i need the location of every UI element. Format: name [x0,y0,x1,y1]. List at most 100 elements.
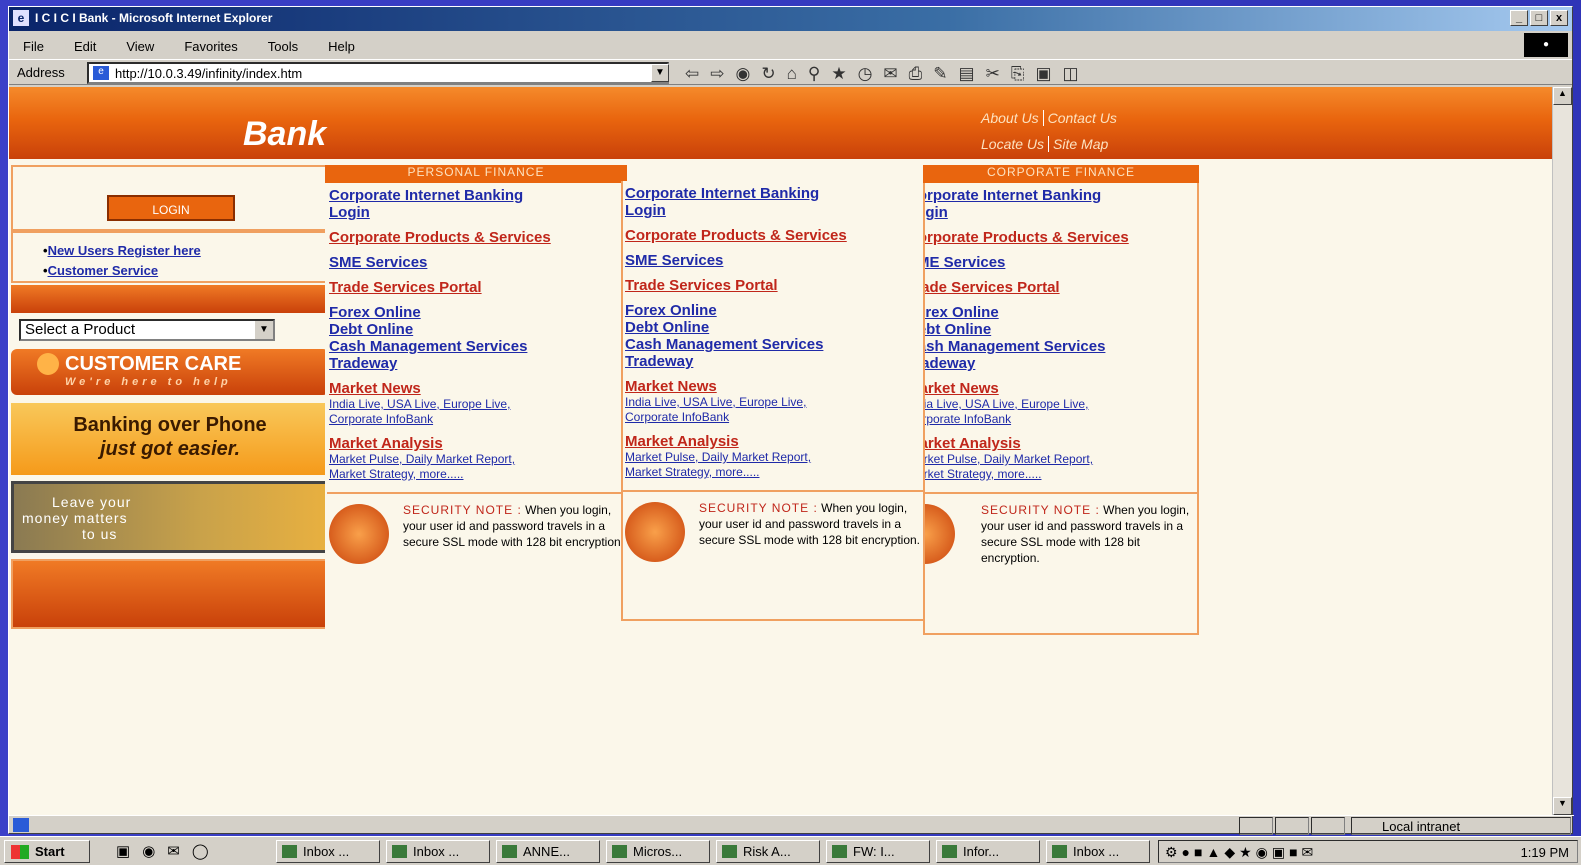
market-news-sub1[interactable]: India Live, USA Live, Europe Live, [329,397,625,412]
cash-management-link[interactable]: Cash Management Services [625,336,925,353]
menu-tools[interactable]: Tools [268,39,298,57]
locate-us-link[interactable]: Locate Us [977,136,1048,152]
product-select[interactable]: Select a Product ▼ [19,319,275,341]
login-button[interactable]: LOGIN [107,195,235,221]
edit-icon[interactable]: ✎ [933,64,947,84]
market-analysis-sub1[interactable]: Market Pulse, Daily Market Report, [625,450,925,465]
market-analysis-sub2[interactable]: Market Strategy, more..... [625,465,925,480]
stop-icon[interactable]: ◉ [736,64,751,84]
task-anne[interactable]: ANNE... [496,840,600,863]
vertical-scrollbar[interactable]: ▲ ▼ [1552,87,1572,815]
task-inbox-2[interactable]: Inbox ... [386,840,490,863]
trade-services-link[interactable]: Trade Services Portal [329,279,625,296]
minimize-button[interactable]: _ [1510,10,1528,26]
corporate-products-link[interactable]: Corporate Products & Services [329,229,625,246]
market-news-sub1[interactable]: India Live, USA Live, Europe Live, [625,395,925,410]
menu-edit[interactable]: Edit [74,39,96,57]
task-risk[interactable]: Risk A... [716,840,820,863]
trade-services-link[interactable]: Trade Services Portal [925,279,1197,296]
cut-icon[interactable]: ✂ [986,64,1000,84]
login-link[interactable]: Login [925,204,1197,221]
debt-online-link[interactable]: Debt Online [925,321,1197,338]
close-button[interactable]: x [1550,10,1568,26]
tradeway-link[interactable]: Tradeway [625,353,925,370]
favorites-icon[interactable]: ★ [831,64,846,84]
market-analysis-link[interactable]: Market Analysis [925,435,1197,452]
market-news-link[interactable]: Market News [925,380,1197,397]
preview-icon[interactable]: ◫ [1063,64,1079,84]
copy-icon[interactable]: ⎘ [1011,64,1025,84]
menu-favorites[interactable]: Favorites [184,39,237,57]
forex-online-link[interactable]: Forex Online [625,302,925,319]
search-icon[interactable]: ⚲ [808,64,820,84]
register-link[interactable]: New Users Register here [48,243,201,258]
customer-care-banner[interactable]: CUSTOMER CARE We're here to help [11,349,329,395]
ie-quicklaunch-icon[interactable]: ◉ [142,842,155,860]
market-analysis-sub1[interactable]: Market Pulse, Daily Market Report, [329,452,625,467]
market-analysis-sub1[interactable]: Market Pulse, Daily Market Report, [925,452,1197,467]
menu-file[interactable]: File [23,39,44,57]
site-map-link[interactable]: Site Map [1048,136,1113,152]
start-button[interactable]: Start [4,840,90,863]
desktop-icon[interactable]: ▣ [116,842,130,860]
cash-management-link[interactable]: Cash Management Services [329,338,625,355]
print-icon[interactable]: ⎙ [909,64,923,84]
menu-help[interactable]: Help [328,39,355,57]
scroll-up-icon[interactable]: ▲ [1553,87,1572,105]
market-analysis-link[interactable]: Market Analysis [625,433,925,450]
cib-link[interactable]: Corporate Internet Banking [329,187,625,204]
corporate-products-link[interactable]: Corporate Products & Services [625,227,925,244]
paste-icon[interactable]: ▣ [1035,64,1051,84]
sme-services-link[interactable]: SME Services [625,252,925,269]
login-link[interactable]: Login [625,202,925,219]
phone-banking-banner[interactable]: Banking over Phone just got easier. [11,403,329,475]
cib-link[interactable]: Corporate Internet Banking [925,187,1197,204]
market-analysis-sub2[interactable]: Market Strategy, more..... [329,467,625,482]
tray-icons[interactable]: ⚙●■▲◆★◉▣■✉ [1165,844,1317,861]
market-news-link[interactable]: Market News [329,380,625,397]
task-fw[interactable]: FW: I... [826,840,930,863]
task-inbox-3[interactable]: Inbox ... [1046,840,1150,863]
outlook-icon[interactable]: ✉ [167,842,180,860]
corporate-products-link[interactable]: Corporate Products & Services [925,229,1197,246]
chevron-down-icon[interactable]: ▼ [255,321,273,339]
forex-online-link[interactable]: Forex Online [329,304,625,321]
money-matters-banner[interactable]: Leave your money matters to us [11,481,329,553]
market-news-sub2[interactable]: Corporate InfoBank [625,410,925,425]
menu-view[interactable]: View [126,39,154,57]
market-news-sub2[interactable]: Corporate InfoBank [329,412,625,427]
discuss-icon[interactable]: ▤ [959,64,975,84]
debt-online-link[interactable]: Debt Online [625,319,925,336]
task-infor[interactable]: Infor... [936,840,1040,863]
history-icon[interactable]: ◷ [858,64,873,84]
about-us-link[interactable]: About Us [977,110,1043,126]
market-analysis-sub2[interactable]: Market Strategy, more..... [925,467,1197,482]
sme-services-link[interactable]: SME Services [329,254,625,271]
address-input[interactable]: e http://10.0.3.49/infinity/index.htm [87,62,669,84]
customer-service-link[interactable]: Customer Service [48,263,159,278]
forex-online-link[interactable]: Forex Online [925,304,1197,321]
refresh-icon[interactable]: ↻ [761,64,775,84]
media-icon[interactable]: ◯ [192,842,209,860]
trade-services-link[interactable]: Trade Services Portal [625,277,925,294]
market-news-sub1[interactable]: India Live, USA Live, Europe Live, [925,397,1197,412]
tradeway-link[interactable]: Tradeway [329,355,625,372]
login-link[interactable]: Login [329,204,625,221]
market-analysis-link[interactable]: Market Analysis [329,435,625,452]
forward-icon[interactable]: ⇨ [710,64,724,84]
home-icon[interactable]: ⌂ [787,64,797,84]
mail-icon[interactable]: ✉ [883,64,897,84]
back-icon[interactable]: ⇦ [685,64,699,84]
cib-link[interactable]: Corporate Internet Banking [625,185,925,202]
maximize-button[interactable]: □ [1530,10,1548,26]
contact-us-link[interactable]: Contact Us [1042,110,1121,126]
task-inbox-1[interactable]: Inbox ... [276,840,380,863]
sme-services-link[interactable]: SME Services [925,254,1197,271]
task-micros[interactable]: Micros... [606,840,710,863]
cash-management-link[interactable]: Cash Management Services [925,338,1197,355]
market-news-sub2[interactable]: Corporate InfoBank [925,412,1197,427]
scroll-down-icon[interactable]: ▼ [1553,797,1572,815]
address-dropdown-button[interactable]: ▼ [651,64,669,82]
tradeway-link[interactable]: Tradeway [925,355,1197,372]
market-news-link[interactable]: Market News [625,378,925,395]
